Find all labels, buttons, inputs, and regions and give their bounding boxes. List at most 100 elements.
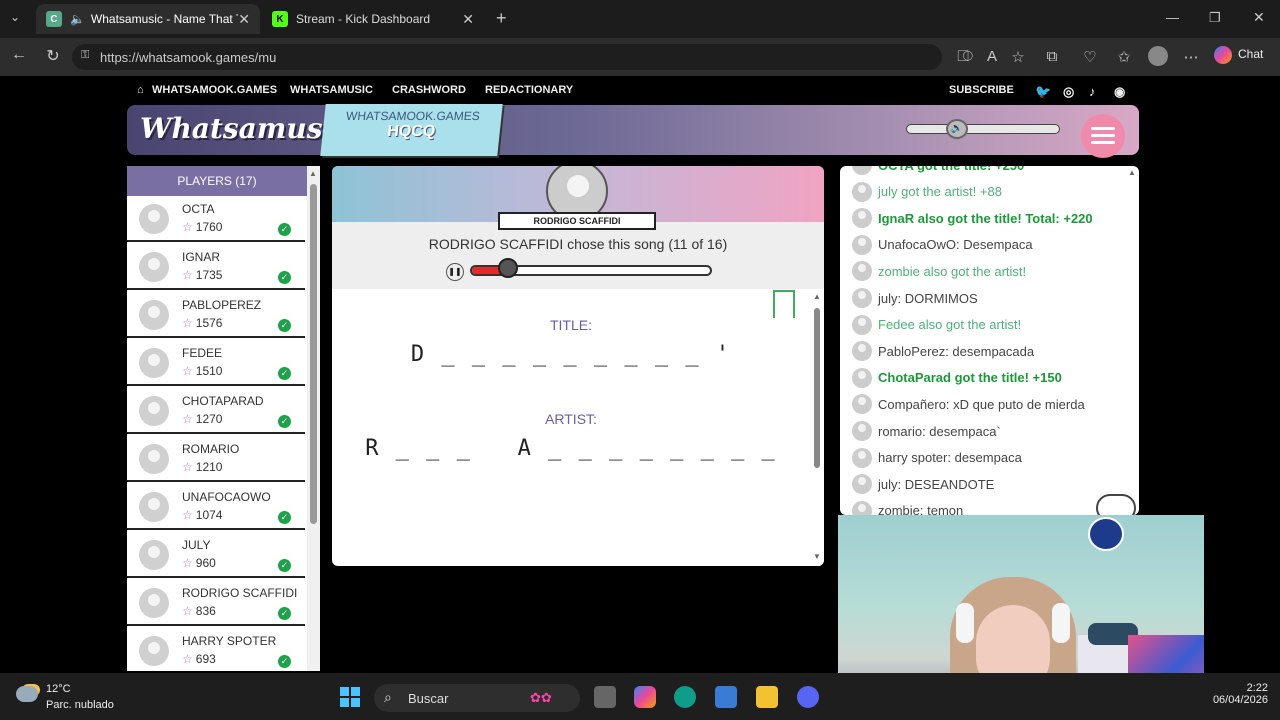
volume-slider[interactable] (906, 124, 1060, 134)
game-scrollbar[interactable]: ▲ ▼ (810, 290, 824, 566)
scroll-down-icon[interactable]: ▼ (813, 552, 821, 561)
players-scroll-thumb[interactable] (310, 184, 317, 524)
back-icon[interactable]: ← (8, 46, 30, 64)
avatar (852, 394, 872, 415)
artist-hint: R _ _ _ A _ _ _ _ _ _ _ _ (365, 436, 777, 461)
tab-list-chevron-icon[interactable]: ⌄ (10, 10, 20, 24)
tab-whatsamusic[interactable]: C 🔈 Whatsamusic - Name That Tu ✕ (36, 4, 260, 34)
menu-button[interactable] (1081, 114, 1125, 158)
translate-icon[interactable]: ⎄ (955, 48, 975, 65)
extensions-icon[interactable]: ⧉ (1042, 48, 1062, 65)
nav-whatsamusic[interactable]: WHATSAMUSIC (290, 84, 373, 96)
profile-avatar[interactable] (1148, 46, 1168, 66)
avatar (139, 492, 169, 522)
instagram-icon[interactable]: ◎ (1063, 84, 1074, 100)
chat-scrollbar[interactable]: ▲ (1125, 166, 1139, 515)
home-icon[interactable]: ⌂ (137, 84, 144, 96)
players-scrollbar[interactable]: ▲ (307, 166, 320, 671)
scroll-up-icon[interactable]: ▲ (309, 169, 317, 178)
copilot-taskbar-icon[interactable] (634, 686, 656, 708)
file-explorer-icon[interactable] (756, 686, 778, 708)
check-icon: ✓ (278, 559, 291, 572)
taskbar-clock[interactable]: 2:22 06/04/2026 (1206, 682, 1268, 706)
avatar (139, 396, 169, 426)
player-score: ☆ 1210 (182, 460, 222, 474)
artist-label: ARTIST: (545, 411, 597, 427)
chat-text: july: DESEANDOTE (878, 476, 995, 492)
nav-crashword[interactable]: CRASHWORD (392, 84, 466, 96)
player-score-value: 960 (195, 556, 216, 570)
read-aloud-icon[interactable]: A (982, 48, 1002, 65)
store-icon[interactable] (715, 686, 737, 708)
tiktok-icon[interactable]: ♪ (1089, 84, 1096, 99)
avatar (852, 208, 872, 229)
favorites-bar-icon[interactable]: ✩ (1114, 48, 1134, 66)
nav-whatsamook[interactable]: WHATSAMOOK.GAMES (152, 84, 277, 96)
refresh-icon[interactable]: ↻ (42, 46, 64, 66)
player-score: ☆ 1074 (182, 508, 222, 522)
chat-text: romario: desempaca` (878, 423, 1001, 439)
taskbar-search[interactable]: ⌕ Buscar ✿✿ (374, 684, 580, 712)
edge-icon[interactable] (674, 686, 696, 708)
search-icon: ⌕ (384, 689, 392, 705)
chose-song-text: RODRIGO SCAFFIDI chose this song (11 of … (428, 236, 728, 252)
close-tab-icon[interactable]: ✕ (238, 11, 250, 28)
windows-start-icon[interactable] (340, 687, 360, 707)
minimize-icon[interactable]: — (1166, 10, 1179, 25)
discord-icon[interactable]: ◉ (1114, 84, 1125, 100)
subscribe-link[interactable]: SUBSCRIBE (949, 84, 1014, 96)
discord-taskbar-icon[interactable] (797, 686, 819, 708)
scroll-up-icon[interactable]: ▲ (1128, 168, 1136, 177)
headset-icon (1052, 603, 1070, 643)
chat-message: july got the artist! +88 (852, 181, 1002, 203)
hamburger-icon (1091, 141, 1115, 144)
avatar (852, 166, 872, 175)
hamburger-icon (1091, 134, 1115, 137)
player-row: JULY ☆ 960 ✓ (127, 532, 305, 578)
tab-title: Stream - Kick Dashboard (296, 12, 431, 26)
avatar (852, 447, 872, 468)
volume-knob-icon[interactable]: 🔊 (946, 119, 968, 139)
chat-message: ChotaParad got the title! +150 (852, 367, 1062, 389)
url-text: https://whatsamook.games/mu (100, 49, 277, 65)
site-info-icon[interactable]: ⚿ (81, 49, 89, 62)
new-tab-icon[interactable]: + (496, 8, 507, 29)
chat-text: UnafocaOwO: Desempaca (878, 237, 1033, 253)
player-name: IGNAR (182, 250, 221, 264)
chat-message: romario: desempaca` (852, 420, 1001, 442)
pause-icon[interactable]: ❚❚ (446, 263, 464, 281)
copilot-chat-button[interactable]: Chat (1214, 46, 1263, 64)
bookmark-icon[interactable] (773, 290, 795, 318)
collections-icon[interactable]: ♡ (1080, 48, 1100, 66)
nav-redactionary[interactable]: REDACTIONARY (485, 84, 573, 96)
thumbs-up-icon[interactable] (1096, 494, 1136, 515)
headset-icon (956, 603, 974, 643)
star-icon: ☆ (182, 556, 193, 570)
speaker-icon: 🔈 (69, 12, 85, 26)
task-view-icon[interactable] (594, 686, 616, 708)
game-scroll-thumb[interactable] (814, 308, 820, 468)
timer-clock-icon (498, 258, 518, 278)
chat-message: zombie: temon (852, 500, 963, 515)
check-icon: ✓ (278, 655, 291, 668)
favorite-icon[interactable]: ☆ (1008, 48, 1028, 66)
avatar (852, 234, 872, 255)
player-score-value: 1760 (195, 220, 223, 234)
game-panel: RODRIGO SCAFFIDI RODRIGO SCAFFIDI chose … (332, 166, 824, 566)
site-logo[interactable]: Whatsamusic (140, 112, 350, 145)
window-close-icon[interactable]: ✕ (1253, 9, 1265, 26)
scroll-up-icon[interactable]: ▲ (813, 292, 821, 301)
twitter-icon[interactable]: 🐦 (1035, 84, 1051, 100)
star-icon: ☆ (182, 652, 193, 666)
more-options-icon[interactable]: ⋯ (1181, 48, 1201, 66)
player-score-value: 1210 (195, 460, 223, 474)
check-icon: ✓ (278, 367, 291, 380)
tab-kick[interactable]: K Stream - Kick Dashboard ✕ (262, 4, 484, 34)
player-score-value: 836 (195, 604, 216, 618)
close-tab-icon[interactable]: ✕ (462, 11, 474, 28)
chat-message: zombie also got the artist! (852, 260, 1026, 282)
player-score-value: 1510 (195, 364, 223, 378)
star-icon: ☆ (182, 220, 193, 234)
url-input[interactable]: ⚿ https://whatsamook.games/mu (72, 44, 942, 70)
maximize-icon[interactable]: ❐ (1209, 10, 1221, 26)
